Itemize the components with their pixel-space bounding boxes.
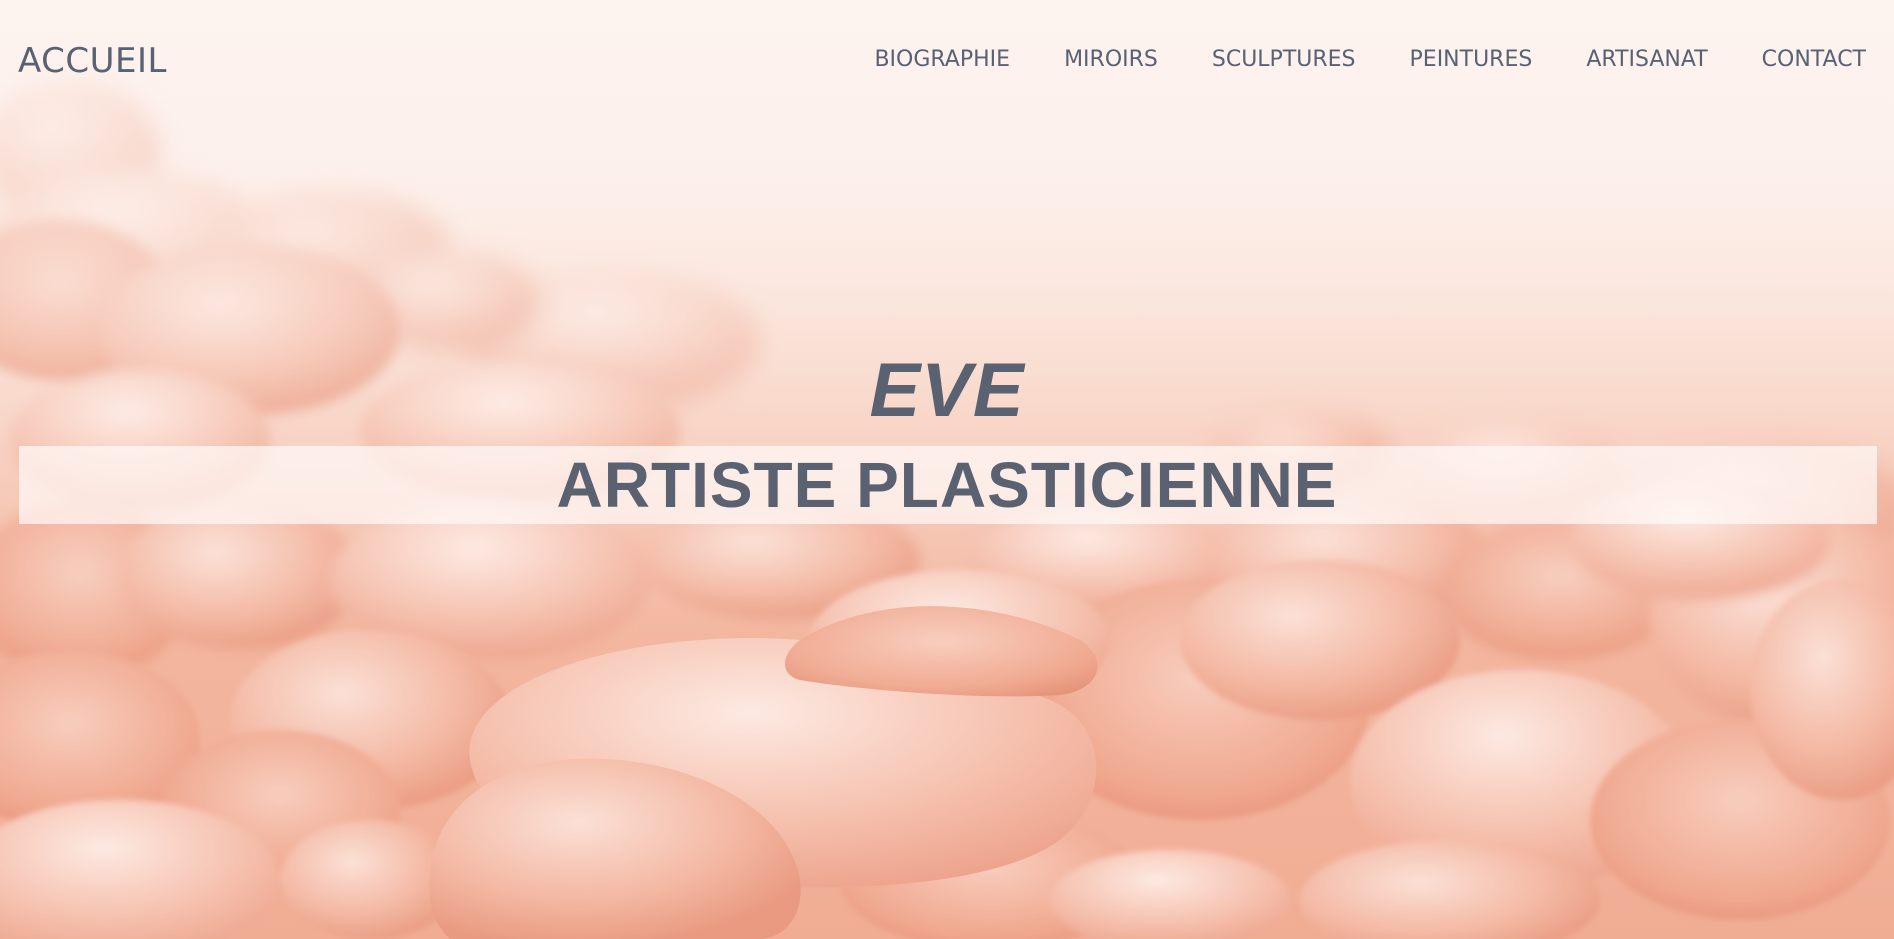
- nav-item-sculptures: SCULPTURES: [1185, 45, 1383, 75]
- nav-link-biographie[interactable]: BIOGRAPHIE: [874, 45, 1037, 75]
- nav-link-artisanat[interactable]: ARTISANAT: [1559, 45, 1734, 75]
- top-navbar: ACCUEIL BIOGRAPHIE MIROIRS SCULPTURES PE…: [0, 0, 1894, 120]
- nav-item-biographie: BIOGRAPHIE: [874, 45, 1037, 75]
- nav-item-artisanat: ARTISANAT: [1559, 45, 1734, 75]
- nav-link-contact[interactable]: CONTACT: [1735, 45, 1866, 75]
- nav-link-sculptures[interactable]: SCULPTURES: [1185, 45, 1383, 75]
- nav-link-miroirs[interactable]: MIROIRS: [1037, 45, 1185, 75]
- nav-item-peintures: PEINTURES: [1383, 45, 1560, 75]
- artist-subtitle: ARTISTE PLASTICIENNE: [556, 449, 1338, 521]
- nav-link-peintures[interactable]: PEINTURES: [1383, 45, 1560, 75]
- hero-section: ACCUEIL BIOGRAPHIE MIROIRS SCULPTURES PE…: [0, 0, 1894, 939]
- artist-name: EVE: [869, 348, 1025, 433]
- nav-item-miroirs: MIROIRS: [1037, 45, 1185, 75]
- brand-home-link[interactable]: ACCUEIL: [18, 39, 167, 83]
- nav-item-contact: CONTACT: [1735, 45, 1866, 75]
- hero-title-block: EVE: [0, 348, 1894, 434]
- nav-menu: BIOGRAPHIE MIROIRS SCULPTURES PEINTURES …: [874, 45, 1866, 75]
